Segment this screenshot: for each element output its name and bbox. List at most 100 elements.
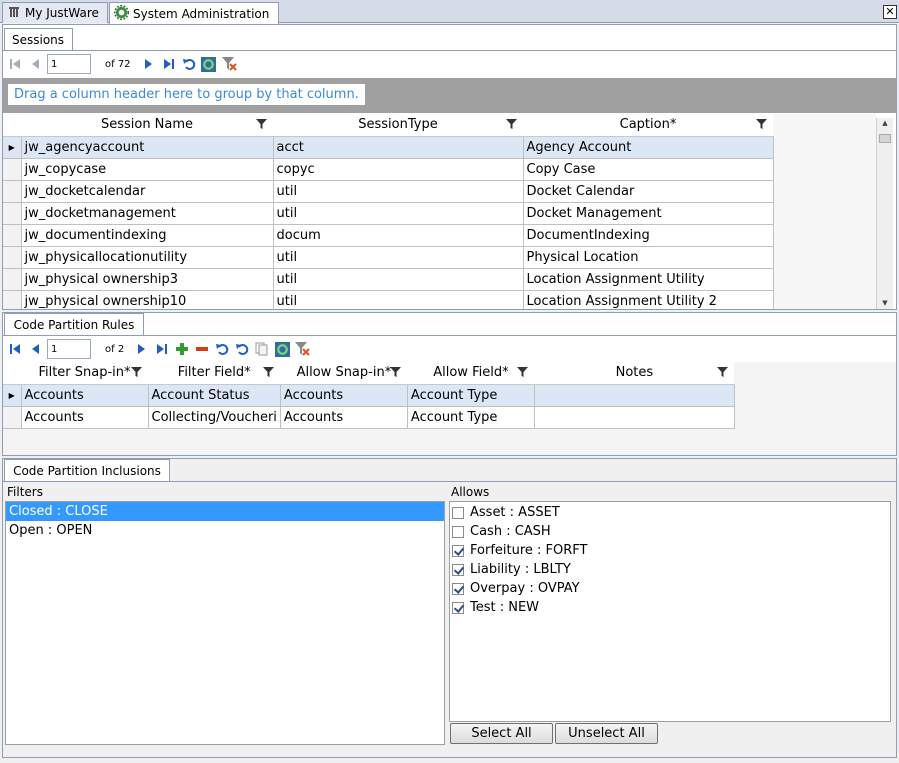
table-row[interactable]: jw_physicallocationutility util Physical…: [3, 245, 774, 269]
table-row[interactable]: ▶ Accounts Account Status Accounts Accou…: [3, 383, 735, 407]
previous-page-icon[interactable]: [27, 56, 43, 72]
filter-icon[interactable]: [756, 119, 767, 130]
cell-caption[interactable]: Agency Account: [522, 135, 774, 159]
filter-icon[interactable]: [390, 367, 402, 378]
checklist-item[interactable]: Cash : CASH: [450, 522, 890, 541]
last-page-icon[interactable]: [154, 341, 170, 357]
allows-checklist[interactable]: Asset : ASSET Cash : CASH Forfeiture : F…: [449, 501, 891, 722]
remove-icon[interactable]: [194, 341, 210, 357]
cell-allow-snap-in[interactable]: Accounts: [279, 405, 408, 429]
cell-filter-snap-in[interactable]: Accounts: [20, 405, 149, 429]
cell-session-name[interactable]: jw_docketmanagement: [20, 201, 274, 225]
checkbox-checked[interactable]: [452, 601, 464, 614]
cell-session-type[interactable]: util: [272, 267, 524, 291]
undo-icon[interactable]: [214, 341, 230, 357]
clear-filter-icon[interactable]: [294, 341, 310, 357]
checklist-item[interactable]: Forfeiture : FORFT: [450, 541, 890, 560]
cell-session-name[interactable]: jw_agencyaccount: [20, 135, 274, 159]
cell-session-name[interactable]: jw_documentindexing: [20, 223, 274, 247]
previous-page-icon[interactable]: [27, 341, 43, 357]
refresh-icon[interactable]: [274, 341, 290, 357]
checkbox-checked[interactable]: [452, 563, 464, 576]
cell-session-type[interactable]: util: [272, 179, 524, 203]
next-page-icon[interactable]: [141, 56, 157, 72]
close-icon[interactable]: ✕: [883, 5, 897, 19]
cell-filter-field[interactable]: Account Status: [147, 383, 281, 407]
cell-session-name[interactable]: jw_physical ownership3: [20, 267, 274, 291]
cell-caption[interactable]: Docket Management: [522, 201, 774, 225]
table-row[interactable]: jw_copycase copyc Copy Case: [3, 157, 774, 181]
refresh-icon[interactable]: [201, 56, 217, 72]
cell-allow-snap-in[interactable]: Accounts: [279, 383, 408, 407]
filter-icon[interactable]: [263, 367, 275, 378]
cell-allow-field[interactable]: Account Type: [406, 383, 535, 407]
page-number-input[interactable]: [47, 54, 91, 74]
list-item[interactable]: Open : OPEN: [6, 521, 444, 540]
checklist-item[interactable]: Overpay : OVPAY: [450, 579, 890, 598]
scroll-up-icon[interactable]: ▲: [877, 118, 893, 128]
column-header-filter-field[interactable]: Filter Field*: [148, 362, 281, 385]
tab-code-partition-rules[interactable]: Code Partition Rules: [4, 313, 144, 335]
tab-system-administration[interactable]: System Administration: [109, 2, 279, 24]
cell-session-type[interactable]: util: [272, 201, 524, 225]
checklist-item[interactable]: Liability : LBLTY: [450, 560, 890, 579]
scroll-down-icon[interactable]: ▼: [877, 299, 893, 307]
cell-allow-field[interactable]: Account Type: [406, 405, 535, 429]
checklist-item[interactable]: Asset : ASSET: [450, 503, 890, 522]
cell-filter-snap-in[interactable]: Accounts: [20, 383, 149, 407]
cell-session-type[interactable]: copyc: [272, 157, 524, 181]
table-row[interactable]: jw_docketmanagement util Docket Manageme…: [3, 201, 774, 225]
cell-session-name[interactable]: jw_physicallocationutility: [20, 245, 274, 269]
tab-sessions[interactable]: Sessions: [4, 28, 73, 50]
column-header-caption[interactable]: Caption*: [523, 114, 773, 137]
filter-icon[interactable]: [506, 119, 517, 130]
column-header-notes[interactable]: Notes: [534, 362, 735, 385]
select-all-button[interactable]: Select All: [450, 723, 553, 744]
cell-filter-field[interactable]: Collecting/Voucheri: [147, 405, 281, 429]
table-row[interactable]: jw_documentindexing docum DocumentIndexi…: [3, 223, 774, 247]
cell-session-name[interactable]: jw_copycase: [20, 157, 274, 181]
column-header-session-name[interactable]: Session Name: [21, 114, 273, 137]
filter-icon[interactable]: [256, 119, 267, 130]
cell-caption[interactable]: DocumentIndexing: [522, 223, 774, 247]
next-page-icon[interactable]: [134, 341, 150, 357]
clear-filter-icon[interactable]: [221, 56, 237, 72]
scroll-thumb[interactable]: [879, 134, 891, 143]
cell-caption[interactable]: Copy Case: [522, 157, 774, 181]
cell-session-type[interactable]: util: [272, 245, 524, 269]
page-number-input[interactable]: [47, 339, 91, 359]
cell-notes[interactable]: [533, 383, 735, 407]
checkbox-checked[interactable]: [452, 544, 464, 557]
filter-icon[interactable]: [717, 367, 729, 378]
unselect-all-button[interactable]: Unselect All: [555, 723, 658, 744]
copy-icon[interactable]: [254, 341, 270, 357]
first-page-icon[interactable]: [7, 341, 23, 357]
column-header-filter-snap-in[interactable]: Filter Snap-in*: [21, 362, 148, 385]
cell-caption[interactable]: Location Assignment Utility 2: [522, 289, 774, 309]
cell-session-name[interactable]: jw_docketcalendar: [20, 179, 274, 203]
table-row[interactable]: Accounts Collecting/Voucheri Accounts Ac…: [3, 405, 735, 429]
add-icon[interactable]: [174, 341, 190, 357]
checkbox[interactable]: [452, 506, 464, 519]
cell-session-type[interactable]: acct: [272, 135, 524, 159]
table-row[interactable]: jw_physical ownership10 util Location As…: [3, 289, 774, 309]
table-row[interactable]: jw_physical ownership3 util Location Ass…: [3, 267, 774, 291]
undo-icon[interactable]: [181, 56, 197, 72]
last-page-icon[interactable]: [161, 56, 177, 72]
cell-caption[interactable]: Docket Calendar: [522, 179, 774, 203]
column-header-session-type[interactable]: SessionType: [273, 114, 523, 137]
checkbox[interactable]: [452, 525, 464, 538]
cell-caption[interactable]: Location Assignment Utility: [522, 267, 774, 291]
undo-all-icon[interactable]: [234, 341, 250, 357]
table-row[interactable]: ▶ jw_agencyaccount acct Agency Account: [3, 135, 774, 159]
tab-my-justware[interactable]: My JustWare: [2, 2, 108, 23]
tab-code-partition-inclusions[interactable]: Code Partition Inclusions: [4, 459, 170, 481]
filter-icon[interactable]: [517, 367, 529, 378]
checkbox-checked[interactable]: [452, 582, 464, 595]
cell-notes[interactable]: [533, 405, 735, 429]
first-page-icon[interactable]: [7, 56, 23, 72]
checklist-item[interactable]: Test : NEW: [450, 598, 890, 617]
filters-listbox[interactable]: Closed : CLOSE Open : OPEN: [5, 501, 445, 745]
column-header-allow-field[interactable]: Allow Field*: [407, 362, 535, 385]
cell-session-name[interactable]: jw_physical ownership10: [20, 289, 274, 309]
